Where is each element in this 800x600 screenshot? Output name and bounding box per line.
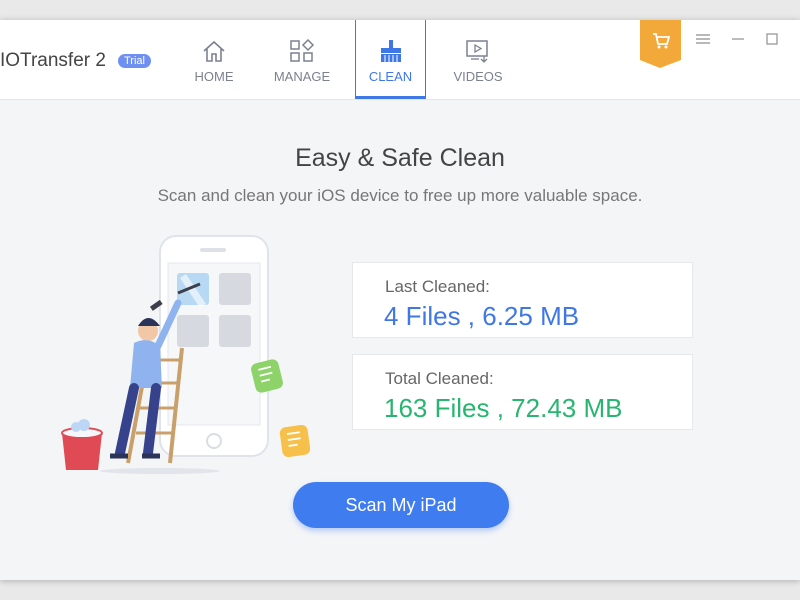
tab-home[interactable]: HOME <box>188 20 240 100</box>
total-cleaned-label: Total Cleaned: <box>385 369 494 388</box>
tab-manage-label: MANAGE <box>273 69 331 84</box>
tab-clean-label: CLEAN <box>368 69 413 84</box>
grid-icon <box>290 38 315 62</box>
total-cleaned-value: 163 Files , 72.43 MB <box>384 393 623 423</box>
menu-icon[interactable] <box>694 30 712 48</box>
minimize-icon[interactable] <box>729 30 747 48</box>
cart-button[interactable] <box>640 20 681 68</box>
tab-videos-label: VIDEOS <box>453 69 503 84</box>
broom-icon <box>380 40 401 62</box>
last-cleaned-card: Last Cleaned: 4 Files , 6.25 MB <box>352 262 693 338</box>
cleaning-illustration <box>61 235 310 474</box>
tab-videos[interactable]: VIDEOS <box>450 20 506 100</box>
total-cleaned-card: Total Cleaned: 163 Files , 72.43 MB <box>352 354 693 430</box>
title-bar: IOTransfer 2 Trial HOME MANAGE CLEAN VID… <box>0 20 800 100</box>
page-subtitle: Scan and clean your iOS device to free u… <box>157 186 643 205</box>
last-cleaned-label: Last Cleaned: <box>385 277 490 296</box>
tab-home-label: HOME <box>194 69 234 84</box>
home-icon <box>203 40 225 62</box>
app-window: IOTransfer 2 Trial HOME MANAGE CLEAN VID… <box>0 20 800 580</box>
page-title: Easy & Safe Clean <box>295 144 505 172</box>
tab-manage[interactable]: MANAGE <box>270 20 334 100</box>
scan-button[interactable]: Scan My iPad <box>293 482 509 528</box>
maximize-icon[interactable] <box>763 30 781 48</box>
trial-badge: Trial <box>118 54 151 68</box>
video-icon <box>466 40 488 63</box>
app-title: IOTransfer 2 <box>0 50 106 71</box>
last-cleaned-value: 4 Files , 6.25 MB <box>384 301 580 331</box>
tab-clean[interactable]: CLEAN <box>355 20 426 99</box>
cart-icon <box>653 33 671 49</box>
